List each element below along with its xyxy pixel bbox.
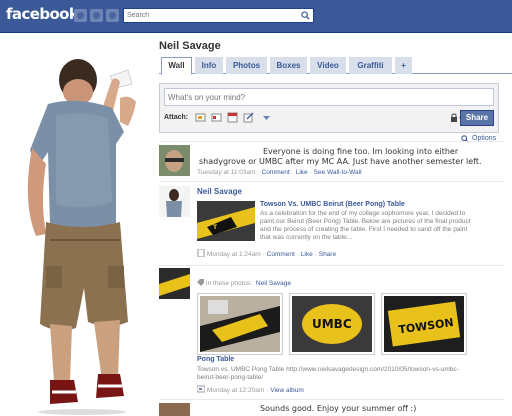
story-divider (159, 181, 504, 182)
photo-image: TOWSON (384, 296, 464, 352)
story-meta: Tuesday at 11:03am · Comment · Like · See W… (197, 169, 362, 176)
link-attachment: Towson Vs. UMBC Beirut (Beer Pong) Table… (260, 201, 500, 242)
notification-jewels (74, 9, 119, 22)
photo-icon (196, 385, 206, 393)
tab-video[interactable]: Video (310, 57, 346, 74)
chevron-down-icon[interactable] (261, 112, 272, 123)
search-icon[interactable] (301, 11, 310, 20)
link-desc-line2: paint our Beirut (Beer Pong) Table. Belo… (260, 218, 471, 225)
note-icon (197, 248, 205, 258)
photo-album-thumb[interactable] (159, 268, 190, 299)
status-input[interactable]: What's on your mind? (164, 88, 494, 106)
story-text-line1: Sounds good. Enjoy your summer off :) (260, 404, 417, 413)
story-text-line1: Everyone is doing fine too. Im looking i… (263, 147, 459, 156)
tab-photos[interactable]: Photos (226, 57, 267, 74)
video-attach-icon[interactable] (211, 112, 222, 123)
tab-graffiti[interactable]: Graffiti (349, 57, 392, 74)
story-time: Tuesday at 11:03am (197, 169, 256, 176)
notifications-icon[interactable] (106, 9, 119, 22)
friend-avatar[interactable] (159, 403, 190, 416)
album-desc-line2: beirut-beer-pong-table/ (197, 374, 264, 381)
story-meta: Monday at 1:24am · Comment · Like · Share (197, 248, 338, 259)
tab-add[interactable]: + (395, 57, 412, 74)
link-title[interactable]: Towson Vs. UMBC Beirut (Beer Pong) Table (260, 201, 500, 208)
wall-to-wall-link[interactable]: See Wall-to-Wall (314, 169, 362, 176)
story-time: Monday at 1:24am (206, 251, 261, 258)
story-divider (159, 399, 504, 400)
facebook-logo[interactable]: facebook (6, 5, 79, 23)
story-time: Monday at 12:20am (206, 387, 265, 394)
attach-label: Attach: (164, 114, 189, 121)
friend-requests-icon[interactable] (74, 9, 87, 22)
feed-story-3: In these photos: Neil Savage UMBC TOWSON… (159, 268, 504, 398)
profile-picture[interactable] (16, 52, 150, 416)
status-composer: What's on your mind? Attach: Share (159, 83, 499, 133)
story-meta: Monday at 12:20am · View album (196, 385, 306, 395)
feed-story-2: Neil Savage T Towson Vs. UMBC Beirut (Be… (159, 186, 504, 262)
profile-tabs: Wall Info Photos Boxes Video Graffiti + (159, 57, 512, 75)
feed-story-1: Everyone is doing fine too. Im looking i… (159, 145, 504, 185)
album-photo-3[interactable]: TOWSON (381, 293, 467, 355)
tag-icon (197, 279, 204, 286)
tagged-prefix: In these photos: (205, 280, 253, 287)
tab-wall[interactable]: Wall (161, 57, 192, 75)
link-desc-line1: As a celebration for the end of my colle… (260, 210, 466, 217)
album-photo-1[interactable] (197, 293, 283, 355)
event-attach-icon[interactable] (227, 112, 238, 123)
link-desc-line3: and the process of creating the table. F… (260, 226, 468, 233)
profile-name: Neil Savage (159, 40, 221, 52)
album-title[interactable]: Pong Table (197, 356, 234, 363)
tab-boxes[interactable]: Boxes (270, 57, 307, 74)
feed-story-4: Sounds good. Enjoy your summer off :) (159, 403, 504, 416)
link-attach-icon[interactable] (243, 112, 254, 123)
view-album-link[interactable]: View album (270, 387, 303, 394)
story-text-line2: shadygrove or UMBC after my MC AA. Just … (199, 157, 482, 166)
messages-icon[interactable] (90, 9, 103, 22)
friend-avatar[interactable] (159, 145, 190, 176)
link-desc-line4: that was currently on the table... (260, 234, 353, 241)
story-actor[interactable]: Neil Savage (197, 187, 242, 196)
photo-attach-icon[interactable] (195, 112, 206, 123)
search-box[interactable] (123, 8, 314, 23)
svg-text:UMBC: UMBC (312, 317, 352, 331)
tab-info[interactable]: Info (195, 57, 223, 74)
share-link[interactable]: Share (319, 251, 336, 258)
story-divider (159, 265, 504, 266)
tagged-line: In these photos: Neil Savage (197, 279, 293, 288)
top-bar: facebook (0, 0, 512, 33)
photo-image: UMBC (292, 296, 372, 352)
neil-avatar[interactable] (159, 186, 190, 217)
comment-link[interactable]: Comment (262, 169, 290, 176)
story-divider (159, 141, 504, 142)
share-button[interactable]: Share (460, 110, 494, 126)
like-link[interactable]: Like (296, 169, 308, 176)
tagged-name[interactable]: Neil Savage (256, 280, 291, 287)
album-desc-line1: Towson vs. UMBC Pong Table http://www.ne… (197, 366, 459, 373)
like-link[interactable]: Like (301, 251, 313, 258)
link-thumbnail[interactable]: T (197, 201, 255, 241)
photo-image (200, 296, 280, 352)
album-photo-2[interactable]: UMBC (289, 293, 375, 355)
comment-link[interactable]: Comment (267, 251, 295, 258)
search-input[interactable] (124, 9, 294, 22)
